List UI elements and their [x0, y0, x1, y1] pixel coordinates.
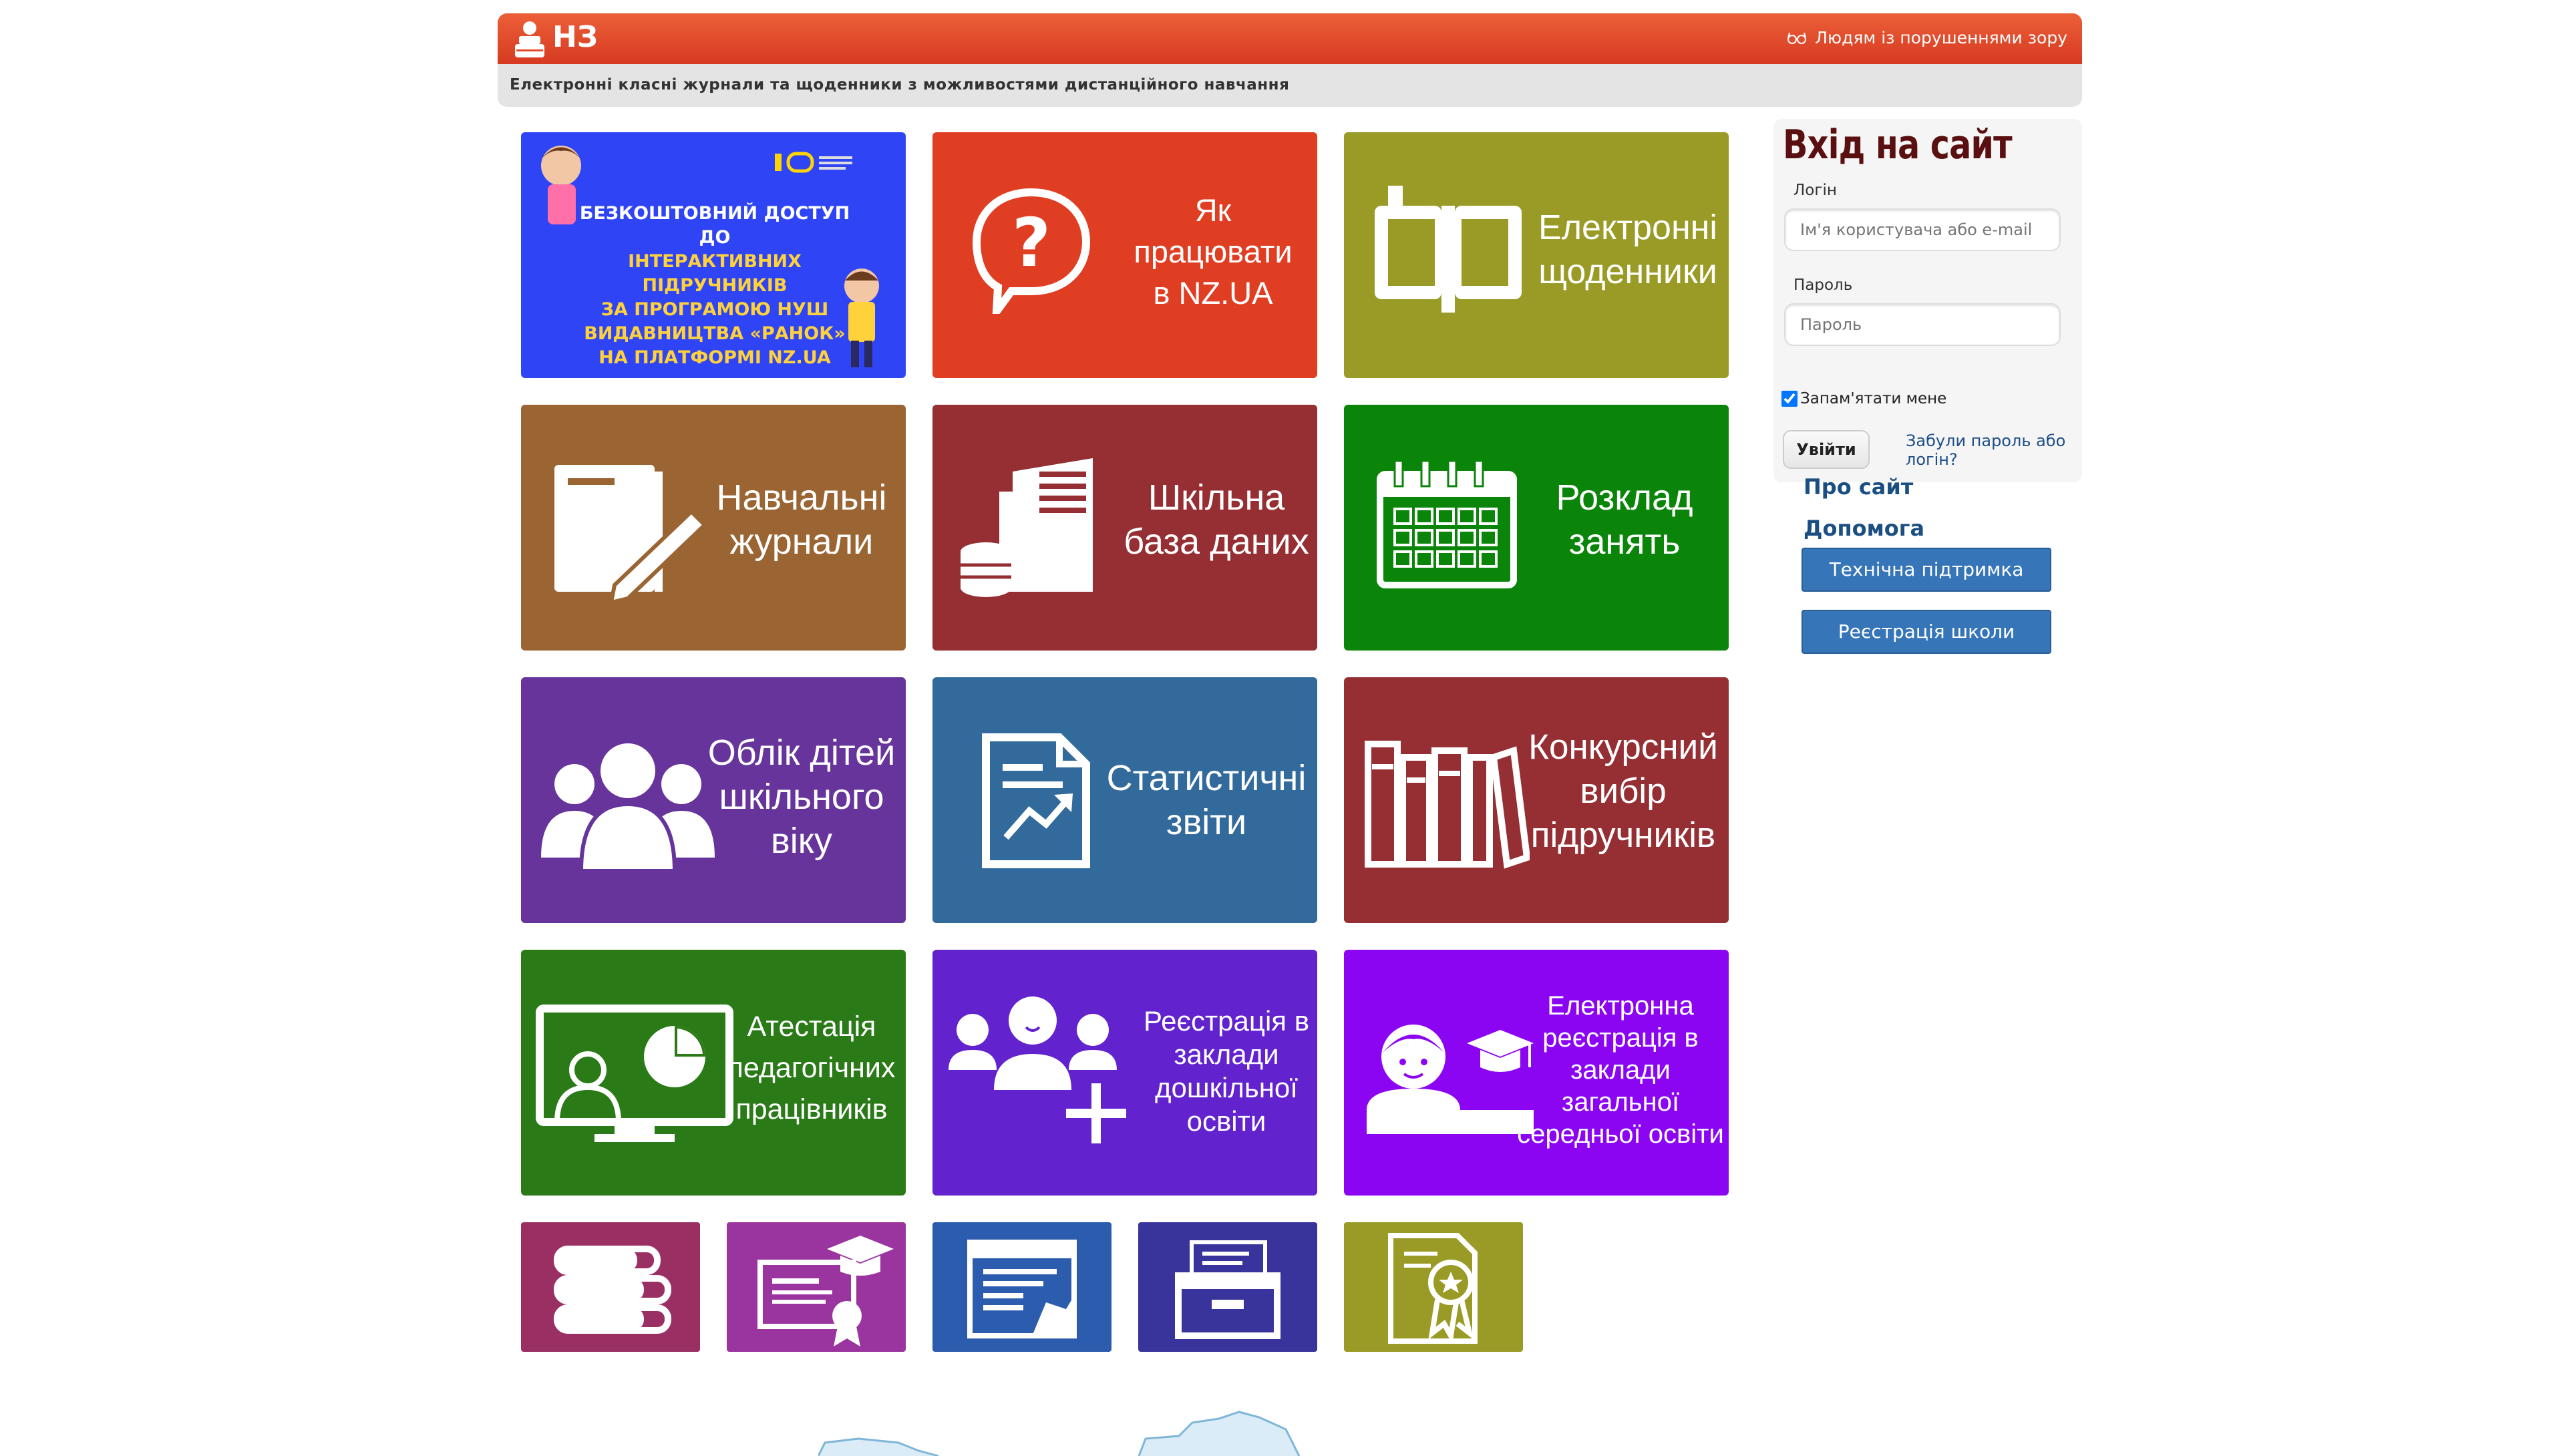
tagline-bar: Електронні класні журнали та щоденники з… — [498, 64, 2082, 107]
journal-pencil-icon — [554, 465, 708, 605]
archive-box-icon — [1175, 1240, 1280, 1339]
tile-how-to-line-1: Як — [1194, 192, 1232, 228]
tile-diaries-line-2: щоденники — [1538, 252, 1717, 291]
tile-web-document[interactable] — [932, 1222, 1112, 1352]
remember-me-checkbox[interactable] — [1781, 391, 1798, 407]
tile-school-registration[interactable]: Електронна реєстрація в заклади загально… — [1344, 950, 1729, 1196]
tile-school-registration-line-3: заклади — [1570, 1055, 1671, 1085]
tile-attestation-line-1: Атестація — [747, 1011, 876, 1043]
tile-attestation-line-3: працівників — [735, 1093, 888, 1125]
people-add-icon — [949, 996, 1126, 1143]
tile-school-registration-line-1: Електронна — [1547, 991, 1694, 1021]
tile-journals[interactable]: Навчальні журнали — [521, 405, 906, 651]
tile-school-registration-line-2: реєстрація в — [1542, 1023, 1699, 1053]
books-stack-icon — [554, 1246, 671, 1334]
tile-textbooks[interactable]: Конкурсний вибір підручників — [1344, 677, 1729, 923]
tile-preschool-line-3: дошкільної — [1155, 1072, 1298, 1103]
forgot-password-link[interactable]: Забули пароль або логін? — [1906, 431, 2079, 469]
tile-textbooks-line-3: підручників — [1530, 815, 1716, 855]
help-link[interactable]: Допомога — [1804, 516, 1924, 541]
tile-schedule[interactable]: Розклад занять — [1344, 405, 1729, 651]
tile-attestation-line-2: педагогічних — [727, 1052, 896, 1084]
tile-stats[interactable]: Статистичні звіти — [932, 677, 1317, 923]
banner-line-3: ЗА ПРОГРАМОЮ НУШ — [601, 299, 829, 320]
tile-archive[interactable] — [1138, 1222, 1317, 1352]
tile-diaries[interactable]: Електронні щоденники — [1344, 132, 1729, 378]
login-label: Логін — [1793, 182, 1837, 199]
tile-database-line-1: Шкільна — [1148, 478, 1285, 518]
tile-preschool-line-4: освіти — [1186, 1105, 1266, 1137]
login-input[interactable] — [1784, 208, 2061, 251]
tile-preschool-line-2: заклади — [1174, 1039, 1279, 1070]
banner-line-2: ІНТЕРАКТИВНИХ ПІДРУЧНИКІВ — [628, 251, 802, 296]
people-group-icon — [541, 739, 715, 873]
tile-journals-line-2: журнали — [729, 522, 874, 562]
tile-schedule-line-2: занять — [1568, 522, 1681, 562]
open-book-icon — [1375, 186, 1522, 313]
ukraine-map-outline — [818, 1411, 1301, 1456]
certificate-icon — [1388, 1233, 1478, 1344]
logo-text[interactable]: НЗ — [552, 20, 598, 54]
tile-database-line-2: база даних — [1124, 522, 1309, 562]
server-database-icon — [961, 458, 1093, 597]
banner-line-5: НА ПЛАТФОРМІ NZ.UA — [598, 347, 831, 368]
about-link[interactable]: Про сайт — [1804, 474, 1913, 500]
banner-line-4: ВИДАВНИЦТВА «РАНОК» — [584, 323, 846, 344]
password-label: Пароль — [1793, 277, 1853, 294]
password-input[interactable] — [1784, 303, 2061, 346]
tile-children-line-2: шкільного — [719, 777, 884, 817]
question-bubble-icon: ? — [972, 188, 1091, 314]
tile-children[interactable]: Облік дітей шкільного віку — [521, 677, 906, 923]
presentation-screen-icon — [536, 1005, 733, 1142]
logo-icon[interactable] — [510, 17, 550, 61]
report-chart-icon — [982, 733, 1090, 868]
tile-school-registration-line-5: середньої освіти — [1517, 1119, 1724, 1149]
login-button[interactable]: Увійти — [1783, 430, 1870, 469]
tile-diaries-line-1: Електронні — [1538, 208, 1717, 247]
diploma-icon — [757, 1236, 894, 1346]
tile-diplomas[interactable] — [727, 1222, 906, 1352]
accessibility-link[interactable]: Людям із порушеннями зору — [1787, 28, 2067, 47]
tile-preschool[interactable]: Реєстрація в заклади дошкільної освіти — [932, 950, 1317, 1196]
tile-banner-textbooks[interactable]: БЕЗКОШТОВНИЙ ДОСТУП ДО ІНТЕРАКТИВНИХ ПІД… — [521, 132, 906, 378]
tile-database[interactable]: Шкільна база даних — [932, 405, 1317, 651]
tile-attestation[interactable]: Атестація педагогічних працівників — [521, 950, 906, 1196]
tile-children-line-3: віку — [771, 821, 832, 861]
glasses-icon — [1787, 32, 1807, 44]
login-panel: Вхід на сайт Логін Пароль Запам'ятати ме… — [1773, 119, 2082, 482]
accessibility-label: Людям із порушеннями зору — [1815, 28, 2067, 47]
tile-school-registration-line-4: загальної — [1561, 1087, 1680, 1117]
school-registration-button[interactable]: Реєстрація школи — [1802, 610, 2051, 654]
books-shelf-icon — [1365, 741, 1530, 869]
tile-schedule-line-1: Розклад — [1556, 478, 1693, 518]
tile-certificate[interactable] — [1344, 1222, 1523, 1352]
tile-textbooks-line-1: Конкурсний — [1528, 727, 1718, 767]
tile-children-line-1: Облік дітей — [707, 733, 896, 773]
header-bar: НЗ Людям із порушеннями зору — [498, 13, 2082, 64]
calendar-icon — [1377, 460, 1517, 588]
tile-preschool-line-1: Реєстрація в — [1143, 1005, 1310, 1037]
tile-how-to[interactable]: ? Як працювати в NZ.UA — [932, 132, 1317, 378]
remember-me[interactable]: Запам'ятати мене — [1781, 390, 1946, 407]
tile-library[interactable] — [521, 1222, 700, 1352]
web-document-icon — [967, 1240, 1077, 1338]
tile-journals-line-1: Навчальні — [716, 478, 887, 518]
tile-stats-line-2: звіти — [1166, 802, 1247, 842]
tech-support-button[interactable]: Технічна підтримка — [1802, 548, 2051, 592]
login-title: Вхід на сайт — [1783, 122, 2013, 168]
tile-how-to-line-2: працювати — [1134, 234, 1293, 269]
tagline-text: Електронні класні журнали та щоденники з… — [510, 76, 1290, 94]
tile-textbooks-line-2: вибір — [1580, 771, 1667, 811]
student-graduate-icon — [1367, 1025, 1534, 1134]
banner-line-1: БЕЗКОШТОВНИЙ ДОСТУП ДО — [579, 203, 850, 248]
tile-stats-line-1: Статистичні — [1106, 758, 1307, 798]
remember-me-label: Запам'ятати мене — [1800, 390, 1947, 407]
tile-how-to-line-3: в NZ.UA — [1153, 275, 1273, 311]
svg-text:?: ? — [1012, 204, 1051, 282]
